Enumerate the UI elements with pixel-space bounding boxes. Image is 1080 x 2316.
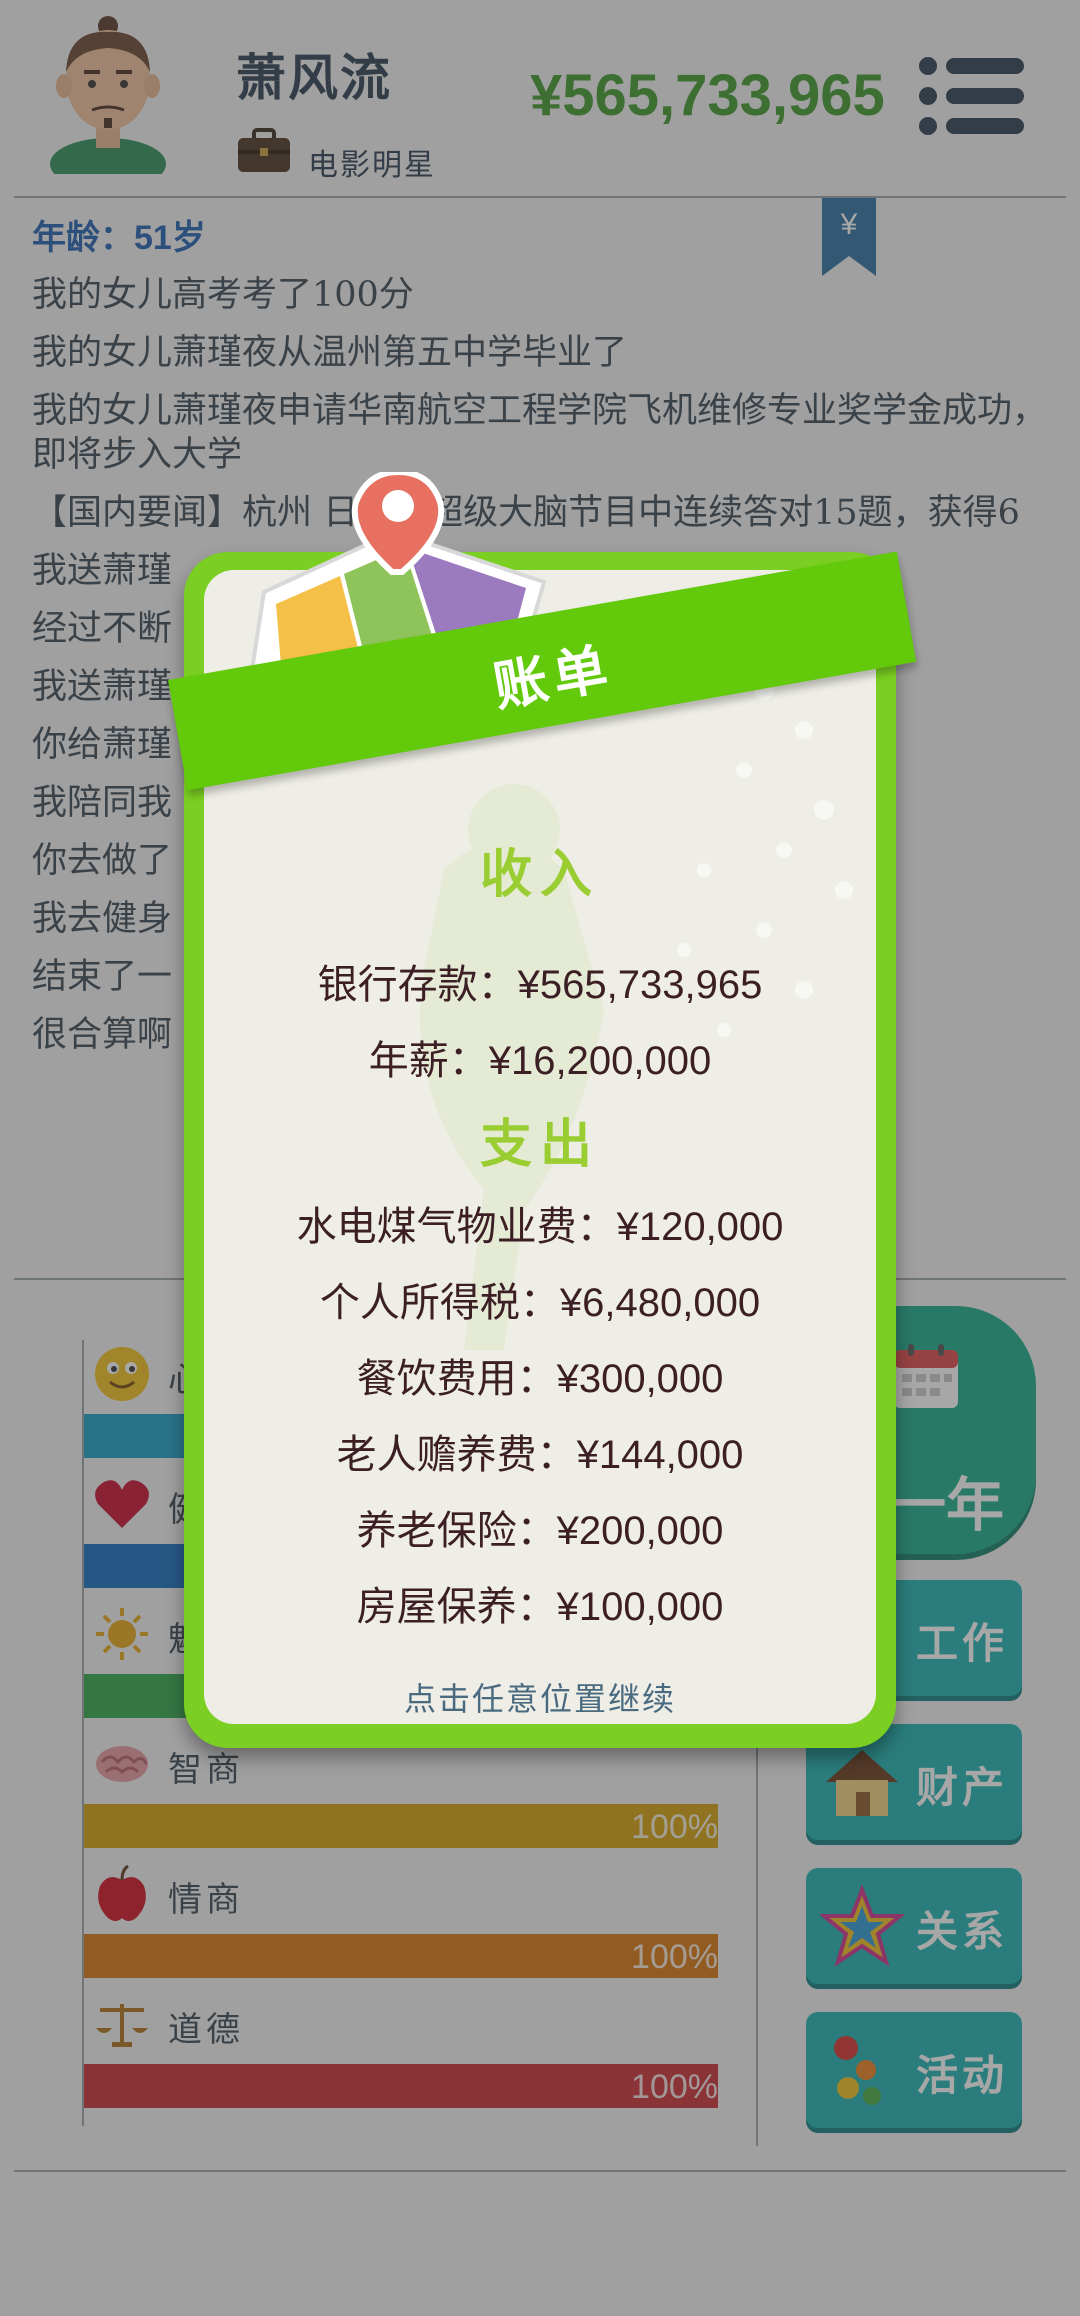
expense-value: ¥6,480,000 <box>559 1281 761 1325</box>
expense-row: 老人赡养费：¥144,000 <box>0 1422 1080 1480</box>
income-row: 年薪：¥16,200,000 <box>0 1028 1080 1086</box>
expense-row: 餐饮费用：¥300,000 <box>0 1346 1080 1404</box>
income-title: 收入 <box>479 844 600 905</box>
income-value: ¥565,733,965 <box>517 963 763 1007</box>
expense-label: 老人赡养费： <box>336 1432 577 1478</box>
income-value: ¥16,200,000 <box>488 1039 712 1083</box>
expense-label: 养老保险： <box>356 1508 557 1554</box>
expense-label: 个人所得税： <box>319 1280 560 1326</box>
expense-row: 养老保险：¥200,000 <box>0 1498 1080 1556</box>
expense-row: 个人所得税：¥6,480,000 <box>0 1270 1080 1328</box>
expense-label: 房屋保养： <box>356 1584 557 1630</box>
expense-label: 水电煤气物业费： <box>296 1204 617 1250</box>
income-row: 银行存款：¥565,733,965 <box>0 952 1080 1010</box>
expense-value: ¥144,000 <box>576 1433 744 1477</box>
expense-value: ¥300,000 <box>556 1357 724 1401</box>
expense-title: 支出 <box>479 1114 600 1175</box>
expense-value: ¥120,000 <box>616 1205 784 1249</box>
expense-row: 水电煤气物业费：¥120,000 <box>0 1194 1080 1252</box>
expense-value: ¥100,000 <box>556 1585 724 1629</box>
continue-hint[interactable]: 点击任意位置继续 <box>0 1674 1080 1720</box>
expense-value: ¥200,000 <box>556 1509 724 1553</box>
expense-row: 房屋保养：¥100,000 <box>0 1574 1080 1632</box>
income-label: 银行存款： <box>317 962 518 1008</box>
expense-label: 餐饮费用： <box>356 1356 557 1402</box>
income-label: 年薪： <box>368 1038 489 1084</box>
